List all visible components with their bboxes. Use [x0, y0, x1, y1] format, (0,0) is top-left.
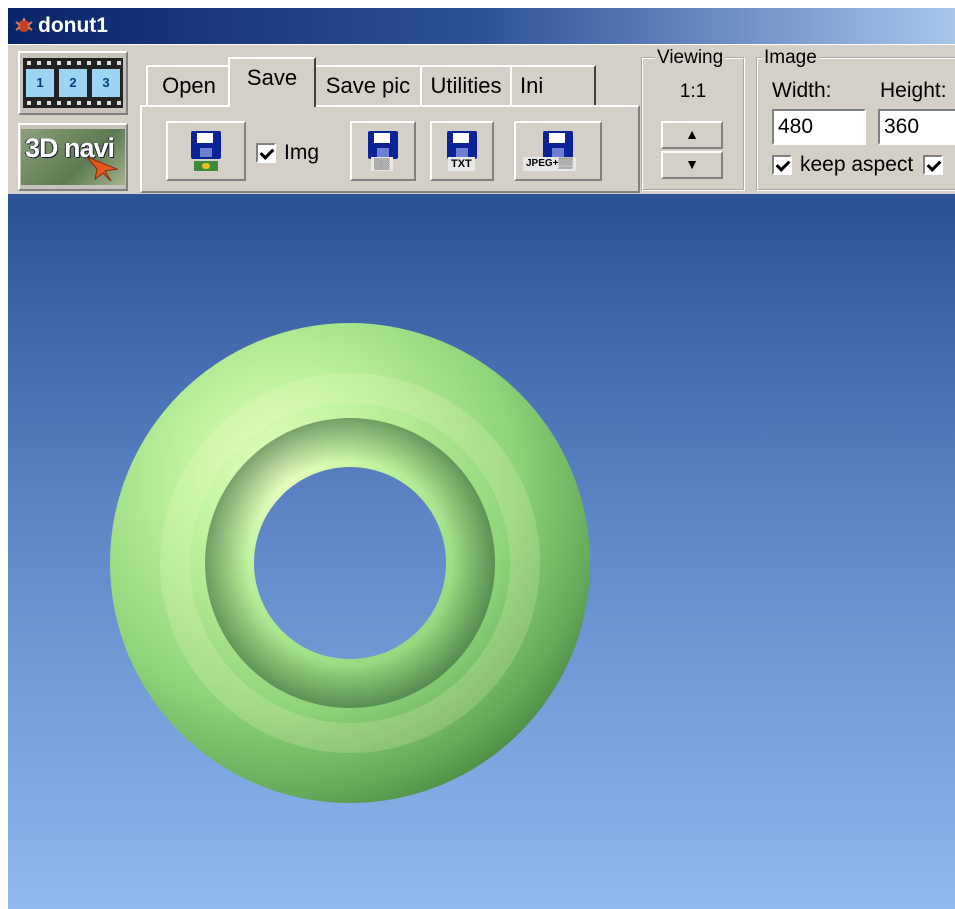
- width-input[interactable]: 480: [772, 109, 866, 145]
- window-title: donut1: [38, 14, 108, 37]
- title-bar[interactable]: donut1: [8, 8, 955, 44]
- img-checkbox[interactable]: [256, 143, 276, 163]
- img-checkbox-row: Img: [256, 141, 319, 165]
- save-txt-button[interactable]: TXT: [430, 121, 494, 181]
- tab-save-pic[interactable]: Save pic: [314, 65, 422, 105]
- viewing-down-button[interactable]: ▼: [661, 151, 723, 179]
- arrow-up-icon: ▲: [685, 126, 699, 142]
- keep-aspect-row: keep aspect: [772, 153, 944, 177]
- plane-icon: [86, 156, 119, 182]
- width-label: Width:: [772, 79, 832, 102]
- film-strip-icon: 1 2 3: [23, 58, 123, 108]
- viewing-group: Viewing 1:1 ▲ ▼: [641, 47, 745, 191]
- film-frame: 3: [92, 69, 120, 97]
- image-label: Image: [762, 47, 819, 69]
- keep-aspect-label: keep aspect: [800, 153, 914, 176]
- height-label: Height:: [880, 79, 947, 102]
- app-window: donut1 1 2 3 3D navi Open Save Save pic: [8, 8, 955, 909]
- image-group: Image Width: Height: 480 360 keep aspect: [756, 47, 955, 191]
- film-strip-button[interactable]: 1 2 3: [18, 51, 128, 115]
- viewing-label: Viewing: [655, 47, 726, 69]
- save-image-icon: [190, 131, 222, 171]
- toolbar: 1 2 3 3D navi Open Save Save pic Utiliti…: [8, 44, 955, 194]
- 3d-navi-icon: 3D navi: [21, 129, 125, 185]
- save-tab-panel: Img ▒▒ TXT JPEG+▒▒: [140, 105, 640, 193]
- tab-ini[interactable]: Ini: [510, 65, 596, 105]
- film-frame: 2: [59, 69, 87, 97]
- save-icon: ▒▒: [367, 131, 399, 171]
- viewing-up-button[interactable]: ▲: [661, 121, 723, 149]
- tab-utilities[interactable]: Utilities: [420, 65, 512, 105]
- img-checkbox-label: Img: [284, 141, 320, 164]
- app-icon: [15, 18, 33, 32]
- save-image-button[interactable]: [166, 121, 246, 181]
- save-jpeg-button[interactable]: JPEG+▒▒: [514, 121, 602, 181]
- torus: [110, 323, 590, 803]
- film-frame: 1: [26, 69, 54, 97]
- save-txt-icon: TXT: [446, 131, 478, 171]
- height-input[interactable]: 360: [878, 109, 955, 145]
- torus-render: [110, 323, 590, 803]
- tab-save[interactable]: Save: [228, 57, 316, 107]
- keep-aspect-checkbox[interactable]: [772, 155, 792, 175]
- tab-open[interactable]: Open: [146, 65, 232, 105]
- viewing-ratio: 1:1: [679, 81, 707, 102]
- save-button[interactable]: ▒▒: [350, 121, 416, 181]
- save-jpeg-icon: JPEG+▒▒: [523, 131, 593, 171]
- 3d-navi-button[interactable]: 3D navi: [18, 123, 128, 191]
- extra-checkbox[interactable]: [923, 155, 944, 175]
- arrow-down-icon: ▼: [685, 156, 699, 172]
- 3d-viewport[interactable]: [8, 194, 955, 909]
